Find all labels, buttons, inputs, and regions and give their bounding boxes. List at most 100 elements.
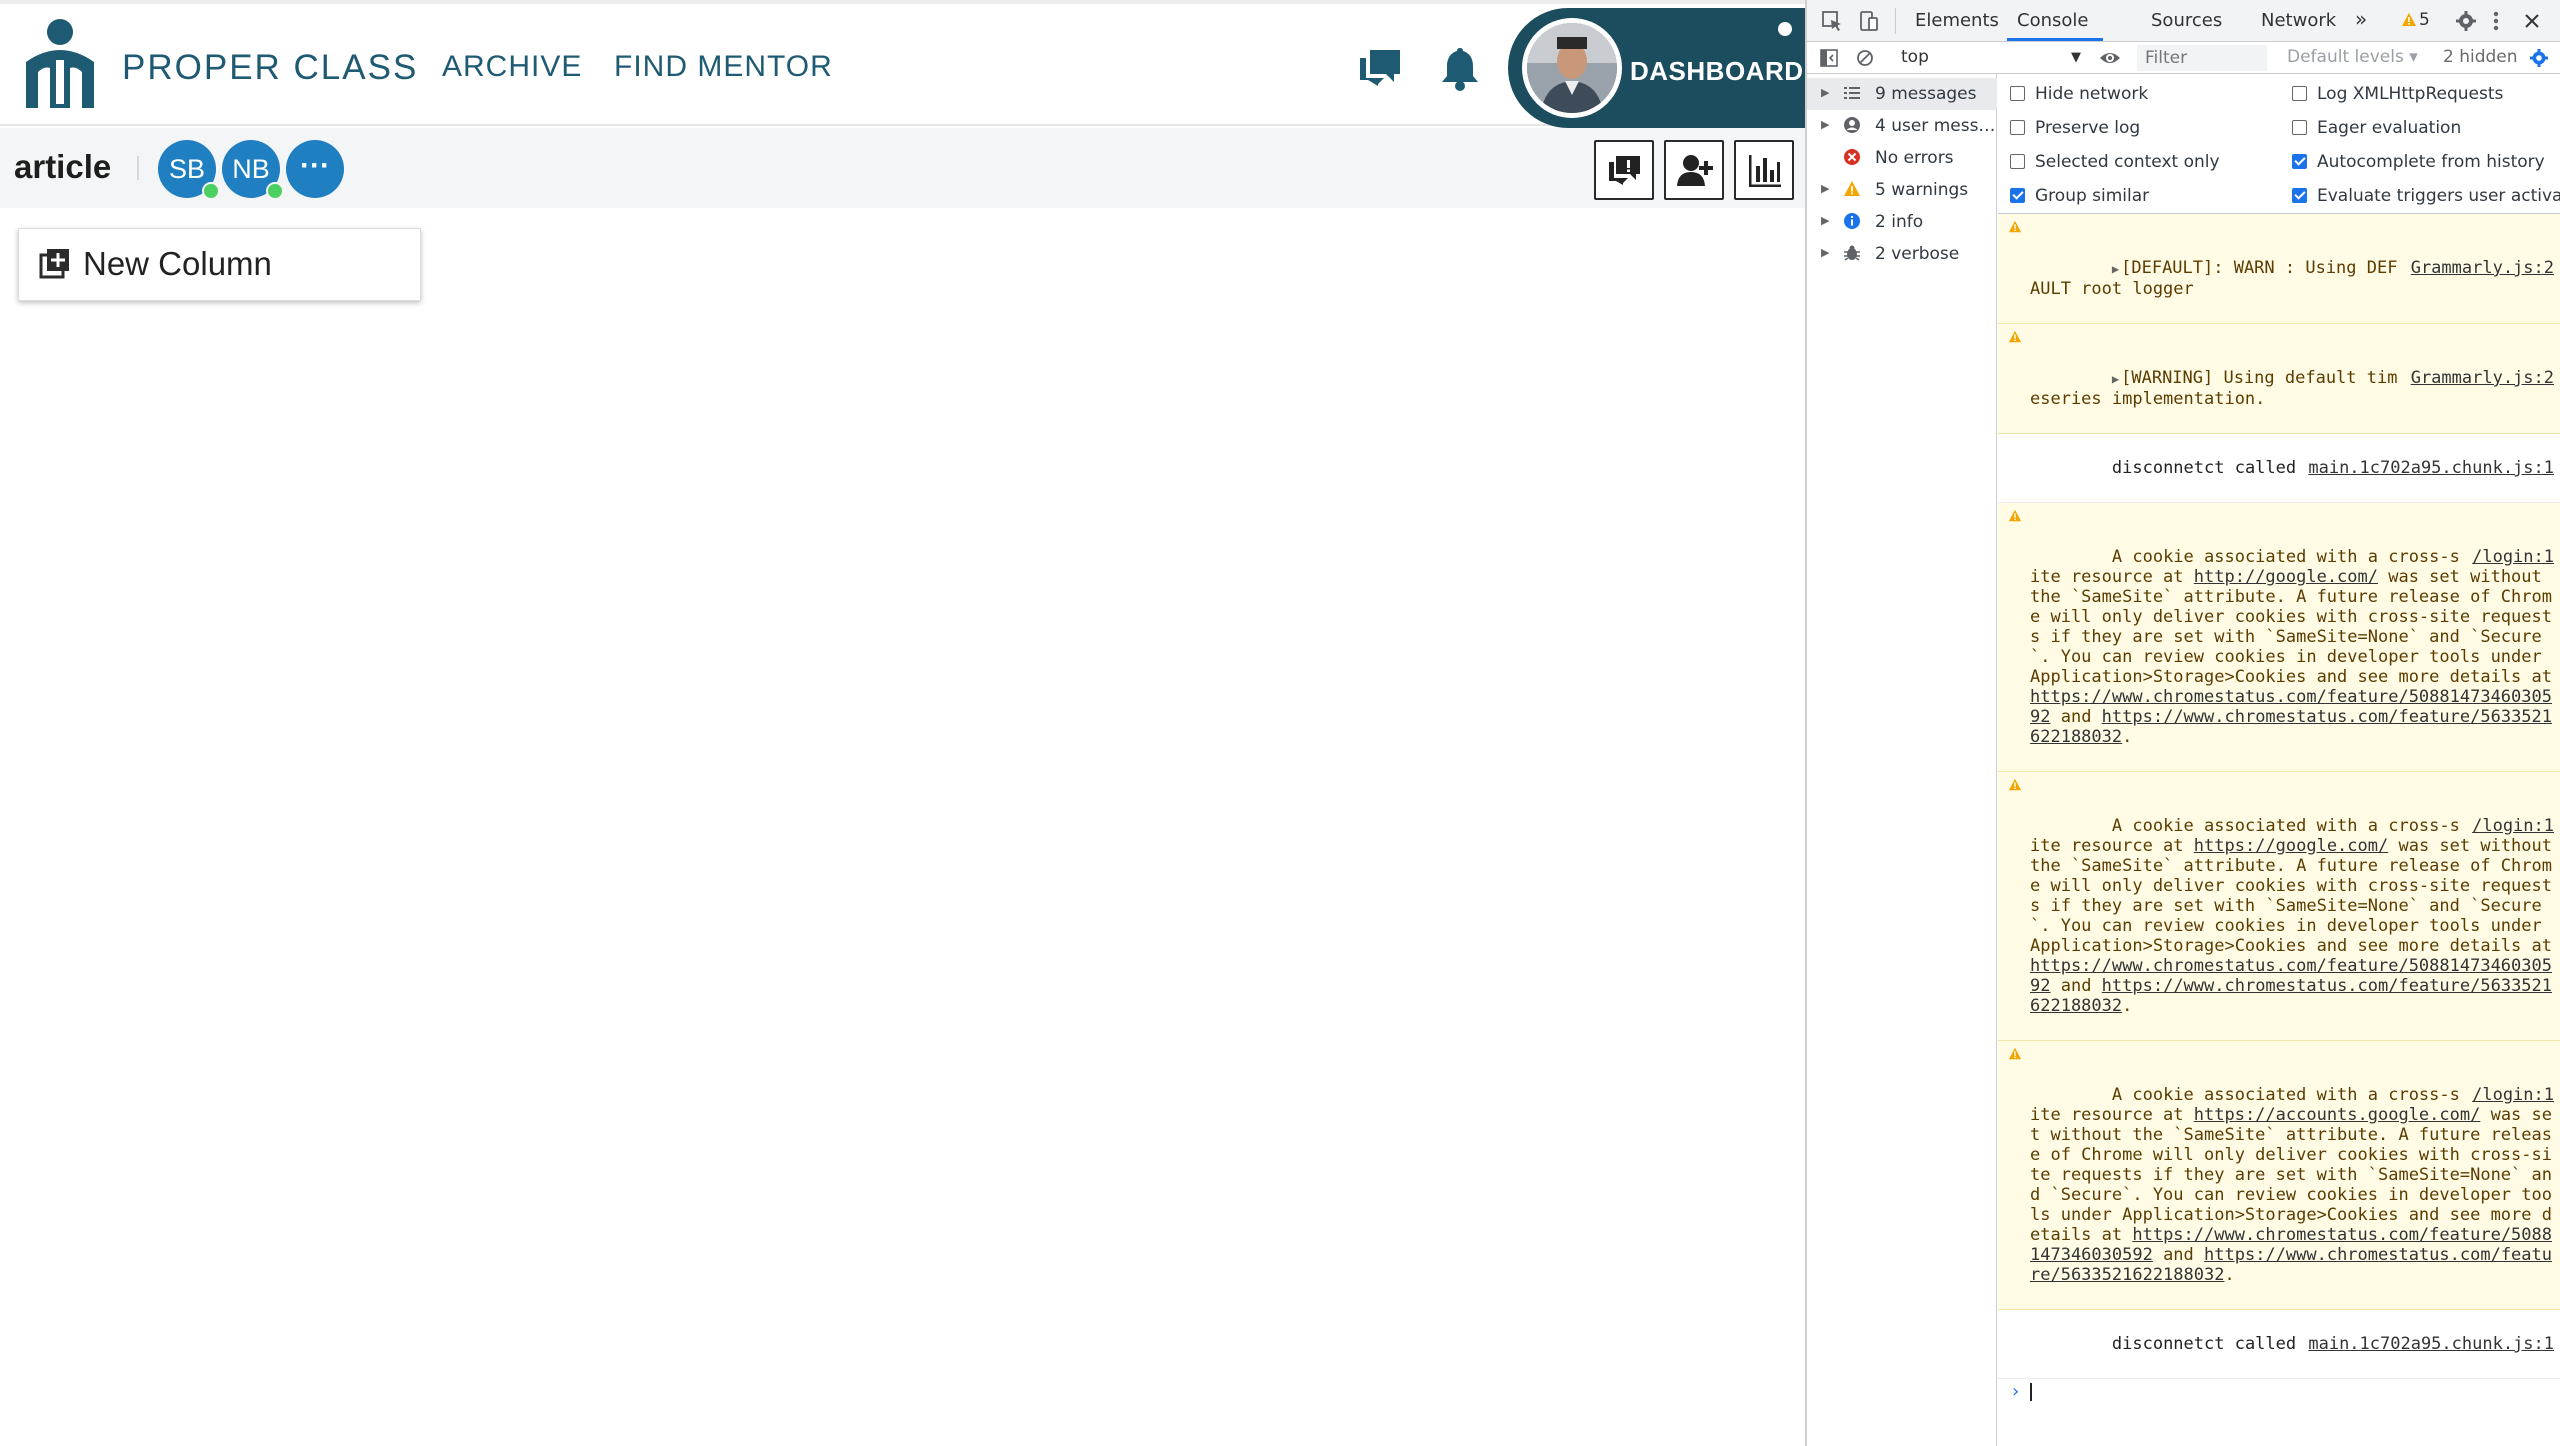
message-source-link[interactable]: /login:1 [2472,1085,2554,1105]
more-tabs-button[interactable]: » [2355,7,2367,31]
message-text: . [2122,727,2133,747]
autocomplete-checkbox[interactable]: Autocomplete from history [2292,152,2545,172]
checkbox-label: Autocomplete from history [2317,152,2545,172]
add-column-icon [39,249,69,279]
settings-gear-icon[interactable] [2455,10,2477,32]
sidebar-item-label: 4 user mess… [1875,116,1996,136]
nav-find-mentor-link[interactable]: FIND MENTOR [614,50,833,84]
message-source-link[interactable]: Grammarly.js:2 [2411,368,2554,388]
console-message-warning[interactable]: Grammarly.js:2 ▶ [WARNING] Using default t… [1998,324,2560,434]
checkbox [2010,154,2025,169]
console-message-warning[interactable]: Grammarly.js:2 ▶ [DEFAULT]: WARN : Using D… [1998,214,2560,324]
checkbox-label: Log XMLHttpRequests [2317,84,2504,104]
evaluate-triggers-checkbox[interactable]: Evaluate triggers user activatio [2292,186,2560,206]
tab-network[interactable]: Network [2261,10,2336,31]
message-text: and [2050,976,2102,996]
user-avatar[interactable] [1522,18,1622,118]
message-link[interactable]: https://www.chromestatus.com/feature/563… [2030,707,2552,747]
expand-arrow-icon: ▶ [1821,86,1830,99]
eager-evaluation-checkbox[interactable]: Eager evaluation [2292,118,2461,138]
checkbox [2292,120,2307,135]
board-title[interactable]: article [14,148,111,186]
board-header: article SB NB ··· [0,128,1805,208]
tab-console[interactable]: Console [2017,10,2088,31]
more-options-icon[interactable] [2491,10,2501,32]
preserve-log-checkbox[interactable]: Preserve log [2010,118,2140,138]
message-text: and [2050,707,2102,727]
console-message-warning[interactable]: /login:1 A cookie associated with a cross… [1998,772,2560,1041]
status-dot [1778,22,1792,36]
message-source-link[interactable]: main.1c702a95.chunk.js:1 [2308,1334,2554,1354]
sidebar-item-errors[interactable]: No errors [1807,142,1997,174]
context-selector[interactable]: top ▼ [1895,45,2087,71]
inspect-element-icon[interactable] [1821,10,1843,32]
checkbox-checked [2010,188,2025,203]
message-link[interactable]: https://google.com/ [2194,836,2388,856]
group-similar-checkbox[interactable]: Group similar [2010,186,2149,206]
checkbox-label: Selected context only [2035,152,2220,172]
message-link[interactable]: https://www.chromestatus.com/feature/563… [2030,976,2552,1016]
brand-name[interactable]: PROPER CLASS [122,48,418,88]
tab-elements[interactable]: Elements [1915,10,1999,31]
clear-console-icon[interactable] [1855,48,1875,68]
log-levels-dropdown[interactable]: Default levels ▾ [2287,47,2418,67]
devtools-tab-bar: Elements Console Sources Network » 5 [1807,0,2560,42]
proper-class-logo[interactable] [20,16,100,116]
dashboard-button[interactable]: DASHBOARD [1508,8,1805,128]
console-output: Grammarly.js:2 ▶ [DEFAULT]: WARN : Using D… [1998,214,2560,1446]
warning-icon [2008,220,2022,233]
expand-arrow-icon[interactable]: ▶ [2112,372,2119,386]
message-link[interactable]: http://google.com/ [2194,567,2378,587]
new-column-button[interactable]: New Column [18,228,421,301]
device-toolbar-icon[interactable] [1857,10,1879,32]
message-source-link[interactable]: /login:1 [2472,547,2554,567]
live-expression-eye-icon[interactable] [2099,49,2121,67]
chat-icon[interactable] [1356,44,1404,92]
sidebar-item-verbose[interactable]: ▶ 2 verbose [1807,238,1997,270]
console-settings: Hide network Preserve log Selected conte… [1998,74,2560,214]
message-source-link[interactable]: Grammarly.js:2 [2411,258,2554,278]
sidebar-toggle-icon[interactable] [1819,48,1839,68]
error-icon [1844,149,1860,165]
warning-icon [2008,509,2022,522]
warning-icon[interactable] [2401,12,2417,28]
message-source-link[interactable]: /login:1 [2472,816,2554,836]
log-xhr-checkbox[interactable]: Log XMLHttpRequests [2292,84,2503,104]
checkbox-label: Eager evaluation [2317,118,2462,138]
checkbox-label: Evaluate triggers user activatio [2317,186,2560,206]
console-settings-gear-icon[interactable] [2529,48,2549,68]
nav-archive-link[interactable]: ARCHIVE [442,50,582,84]
expand-arrow-icon[interactable]: ▶ [2112,262,2119,276]
message-link[interactable]: https://accounts.google.com/ [2194,1105,2481,1125]
message-text: [DEFAULT]: WARN : Using DEFAULT root log… [2030,258,2398,299]
message-text: . [2224,1265,2235,1285]
warning-icon [2008,778,2022,791]
hide-network-checkbox[interactable]: Hide network [2010,84,2148,104]
sidebar-item-warnings[interactable]: ▶ 5 warnings [1807,174,1997,206]
console-message-log[interactable]: main.1c702a95.chunk.js:1 disconnetct call… [1998,434,2560,503]
console-filter-input[interactable] [2137,45,2267,71]
notification-bell-icon[interactable] [1436,44,1484,92]
member-avatar-nb[interactable]: NB [222,140,284,200]
console-prompt-input[interactable]: › [1998,1379,2560,1405]
add-member-button[interactable] [1664,140,1724,200]
console-sidebar: ▶ 9 messages ▶ 4 user mess… No errors ▶ … [1807,74,1997,1446]
message-source-link[interactable]: main.1c702a95.chunk.js:1 [2308,458,2554,478]
sidebar-item-label: 2 verbose [1875,244,1960,264]
sidebar-item-messages[interactable]: ▶ 9 messages [1807,78,1997,110]
warning-count[interactable]: 5 [2419,10,2430,30]
console-message-log[interactable]: main.1c702a95.chunk.js:1 disconnetct call… [1998,1310,2560,1379]
tab-sources[interactable]: Sources [2151,10,2222,31]
sidebar-item-info[interactable]: ▶ 2 info [1807,206,1997,238]
member-avatar-sb[interactable]: SB [158,140,220,200]
sidebar-item-user-messages[interactable]: ▶ 4 user mess… [1807,110,1997,142]
selected-context-checkbox[interactable]: Selected context only [2010,152,2220,172]
console-toolbar: top ▼ Default levels ▾ 2 hidden [1807,42,2560,74]
console-message-warning[interactable]: /login:1 A cookie associated with a cross… [1998,503,2560,772]
close-icon[interactable] [2523,12,2541,30]
board-chat-button[interactable] [1594,140,1654,200]
statistics-button[interactable] [1734,140,1794,200]
message-text: disconnetct called [2111,458,2297,478]
more-members-button[interactable]: ··· [286,140,344,198]
console-message-warning[interactable]: /login:1 A cookie associated with a cross… [1998,1041,2560,1310]
